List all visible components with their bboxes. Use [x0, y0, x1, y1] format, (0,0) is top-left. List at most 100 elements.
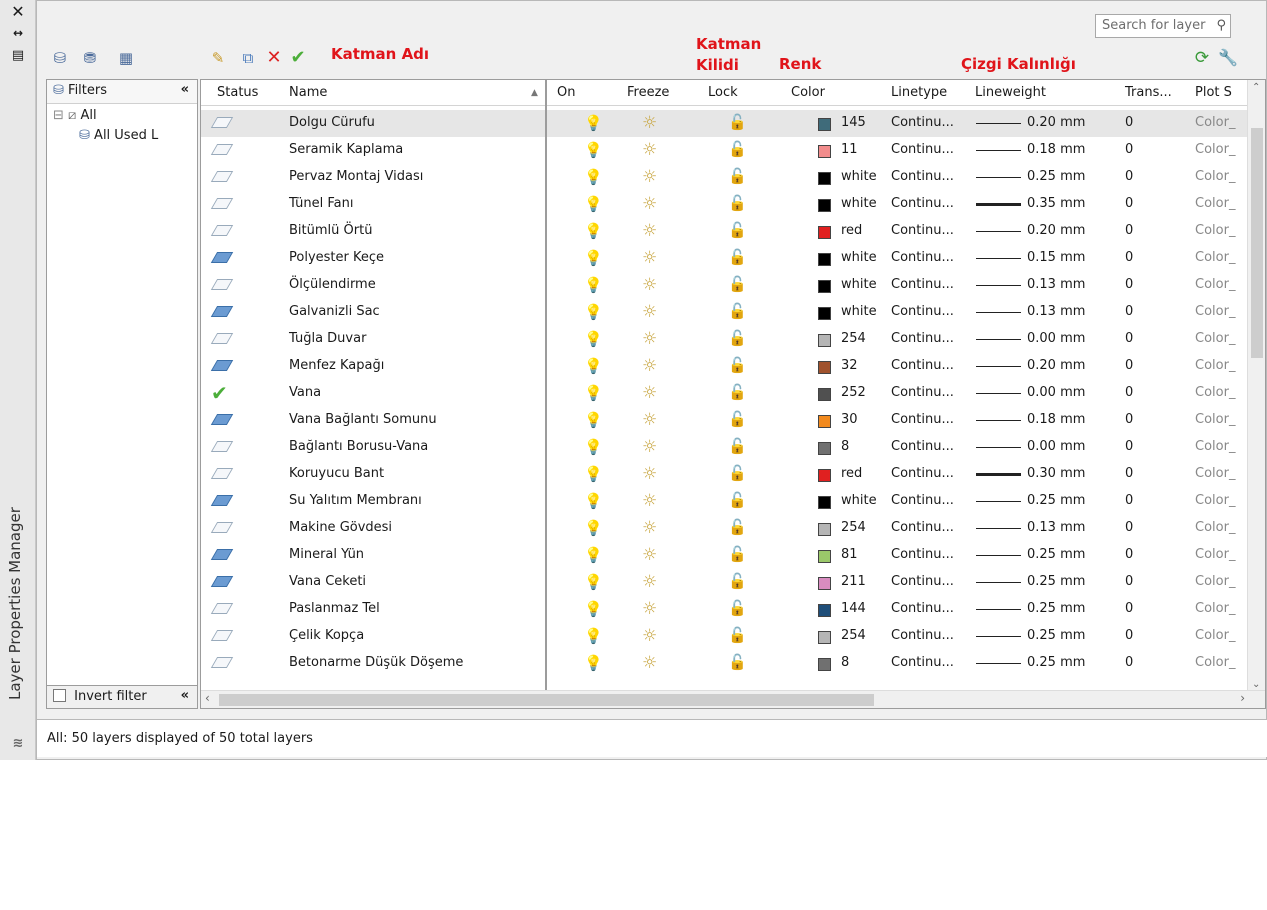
layer-row[interactable]: Çelik Kopça 💡 ☼ 🔓 254 Continu... 0.25 mm 0 Color…	[201, 623, 1249, 650]
plot-style-value[interactable]: Color_	[1195, 358, 1235, 373]
layer-status-icon[interactable]	[210, 360, 234, 371]
linetype-value[interactable]: Continu...	[891, 223, 954, 238]
unlocked-icon[interactable]: 🔓	[728, 194, 747, 212]
on-bulb-icon[interactable]: 💡	[584, 168, 603, 186]
lineweight-value[interactable]: 0.25 mm	[1027, 547, 1085, 562]
linetype-value[interactable]: Continu...	[891, 439, 954, 454]
transparency-value[interactable]: 0	[1125, 412, 1133, 427]
linetype-value[interactable]: Continu...	[891, 520, 954, 535]
lineweight-value[interactable]: 0.25 mm	[1027, 655, 1085, 670]
freeze-sun-icon[interactable]: ☼	[642, 140, 657, 160]
color-value[interactable]: white	[841, 169, 877, 184]
unlocked-icon[interactable]: 🔓	[728, 545, 747, 563]
color-value[interactable]: 32	[841, 358, 858, 373]
on-bulb-icon[interactable]: 💡	[584, 303, 603, 321]
col-plot-style[interactable]: Plot S	[1195, 85, 1232, 100]
color-swatch[interactable]	[818, 172, 831, 185]
unlocked-icon[interactable]: 🔓	[728, 329, 747, 347]
layer-status-icon[interactable]	[210, 306, 234, 317]
color-value[interactable]: 30	[841, 412, 858, 427]
layer-row[interactable]: Su Yalıtım Membranı 💡 ☼ 🔓 white Continu... 0.2…	[201, 488, 1249, 515]
search-input[interactable]: Search for layer ⚲	[1095, 14, 1231, 38]
plot-style-value[interactable]: Color_	[1195, 547, 1235, 562]
color-value[interactable]: red	[841, 223, 862, 238]
color-swatch[interactable]	[818, 307, 831, 320]
freeze-sun-icon[interactable]: ☼	[642, 545, 657, 565]
color-swatch[interactable]	[818, 145, 831, 158]
on-bulb-icon[interactable]: 💡	[584, 546, 603, 564]
tree-item-all-used[interactable]: ⛁ All Used L	[79, 128, 158, 143]
layer-row[interactable]: Bitümlü Örtü 💡 ☼ 🔓 red Continu... 0.20 mm 0 Colo…	[201, 218, 1249, 245]
linetype-value[interactable]: Continu...	[891, 358, 954, 373]
settings-wrench-icon[interactable]: 🔧	[1217, 47, 1239, 69]
linetype-value[interactable]: Continu...	[891, 628, 954, 643]
color-value[interactable]: 254	[841, 331, 866, 346]
unlocked-icon[interactable]: 🔓	[728, 518, 747, 536]
freeze-sun-icon[interactable]: ☼	[642, 275, 657, 295]
color-swatch[interactable]	[818, 550, 831, 563]
linetype-value[interactable]: Continu...	[891, 574, 954, 589]
layer-status-icon[interactable]	[210, 495, 234, 506]
transparency-value[interactable]: 0	[1125, 304, 1133, 319]
linetype-value[interactable]: Continu...	[891, 601, 954, 616]
search-icon[interactable]: ⚲	[1216, 18, 1226, 33]
freeze-sun-icon[interactable]: ☼	[642, 410, 657, 430]
color-swatch[interactable]	[818, 334, 831, 347]
on-bulb-icon[interactable]: 💡	[584, 114, 603, 132]
plot-style-value[interactable]: Color_	[1195, 385, 1235, 400]
layer-list-hscrollbar[interactable]: ‹ ›	[201, 690, 1265, 708]
plot-style-value[interactable]: Color_	[1195, 520, 1235, 535]
linetype-value[interactable]: Continu...	[891, 331, 954, 346]
color-swatch[interactable]	[818, 523, 831, 536]
freeze-sun-icon[interactable]: ☼	[642, 302, 657, 322]
color-value[interactable]: 81	[841, 547, 858, 562]
layer-row[interactable]: Bağlantı Borusu-Vana 💡 ☼ 🔓 8 Continu... 0.00 m…	[201, 434, 1249, 461]
layer-status-icon[interactable]	[210, 414, 234, 425]
plot-style-value[interactable]: Color_	[1195, 439, 1235, 454]
layer-name[interactable]: Tuğla Duvar	[289, 331, 366, 346]
lineweight-value[interactable]: 0.00 mm	[1027, 385, 1085, 400]
on-bulb-icon[interactable]: 💡	[584, 222, 603, 240]
lineweight-value[interactable]: 0.13 mm	[1027, 520, 1085, 535]
color-swatch[interactable]	[818, 442, 831, 455]
layer-row[interactable]: Menfez Kapağı 💡 ☼ 🔓 32 Continu... 0.20 mm 0 Colo…	[201, 353, 1249, 380]
on-bulb-icon[interactable]: 💡	[584, 141, 603, 159]
plot-style-value[interactable]: Color_	[1195, 277, 1235, 292]
layer-status-icon[interactable]	[210, 117, 234, 128]
plot-style-value[interactable]: Color_	[1195, 169, 1235, 184]
col-status[interactable]: Status	[217, 85, 258, 100]
layer-status-icon[interactable]	[210, 630, 234, 641]
linetype-value[interactable]: Continu...	[891, 169, 954, 184]
on-bulb-icon[interactable]: 💡	[584, 627, 603, 645]
plot-style-value[interactable]: Color_	[1195, 628, 1235, 643]
invert-filter-checkbox[interactable]	[53, 689, 66, 702]
col-transparency[interactable]: Trans...	[1125, 85, 1172, 100]
unlocked-icon[interactable]: 🔓	[728, 410, 747, 428]
lineweight-value[interactable]: 0.18 mm	[1027, 412, 1085, 427]
linetype-value[interactable]: Continu...	[891, 304, 954, 319]
on-bulb-icon[interactable]: 💡	[584, 330, 603, 348]
lineweight-value[interactable]: 0.15 mm	[1027, 250, 1085, 265]
lineweight-value[interactable]: 0.00 mm	[1027, 331, 1085, 346]
unlocked-icon[interactable]: 🔓	[728, 464, 747, 482]
layer-status-icon[interactable]	[210, 549, 234, 560]
col-freeze[interactable]: Freeze	[627, 85, 669, 100]
color-value[interactable]: 254	[841, 628, 866, 643]
delete-layer-icon[interactable]: ✕	[263, 47, 285, 69]
on-bulb-icon[interactable]: 💡	[584, 573, 603, 591]
on-bulb-icon[interactable]: 💡	[584, 384, 603, 402]
lineweight-value[interactable]: 0.25 mm	[1027, 169, 1085, 184]
unlocked-icon[interactable]: 🔓	[728, 383, 747, 401]
layer-name[interactable]: Vana Ceketi	[289, 574, 366, 589]
freeze-sun-icon[interactable]: ☼	[642, 653, 657, 673]
plot-style-value[interactable]: Color_	[1195, 223, 1235, 238]
color-value[interactable]: white	[841, 304, 877, 319]
color-swatch[interactable]	[818, 388, 831, 401]
unlocked-icon[interactable]: 🔓	[728, 599, 747, 617]
layer-status-icon[interactable]	[210, 225, 234, 236]
freeze-sun-icon[interactable]: ☼	[642, 356, 657, 376]
lineweight-value[interactable]: 0.35 mm	[1027, 196, 1085, 211]
layer-name[interactable]: Vana	[289, 385, 321, 400]
layer-row[interactable]: Polyester Keçe 💡 ☼ 🔓 white Continu... 0.15 mm 0…	[201, 245, 1249, 272]
transparency-value[interactable]: 0	[1125, 547, 1133, 562]
